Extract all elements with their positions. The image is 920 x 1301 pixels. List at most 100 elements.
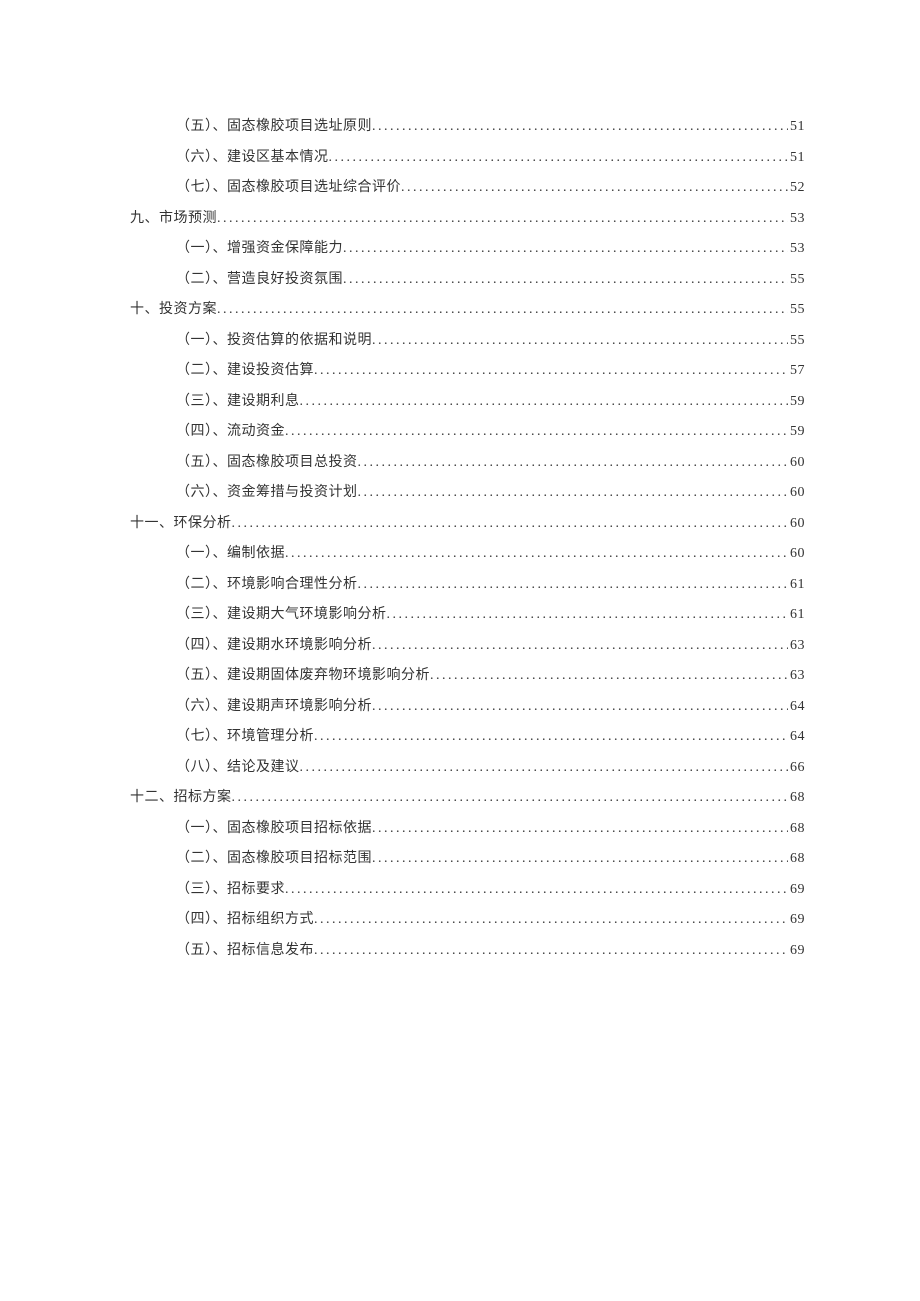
toc-leader-dots: [372, 699, 788, 715]
toc-leader-dots: [358, 455, 789, 471]
toc-entry: （三）、建设期利息59: [115, 390, 805, 410]
toc-entry-page: 69: [790, 943, 805, 959]
toc-entry-label: （二）、建设投资估算: [176, 359, 314, 379]
toc-entry: （五）、固态橡胶项目总投资 60: [115, 451, 805, 471]
toc-entry-page: 63: [790, 638, 805, 654]
toc-entry-label: （一）、固态橡胶项目招标依据: [176, 817, 372, 837]
toc-entry-page: 68: [790, 851, 805, 867]
toc-leader-dots: [372, 333, 788, 349]
toc-leader-dots: [314, 729, 788, 745]
toc-entry-page: 59: [790, 424, 805, 440]
toc-entry: （五）、招标信息发布 69: [115, 939, 805, 959]
toc-entry: （六）、建设区基本情况 51: [115, 146, 805, 166]
toc-entry-page: 51: [790, 119, 805, 135]
toc-leader-dots: [343, 241, 788, 257]
toc-entry: （八）、结论及建议 66: [115, 756, 805, 776]
toc-entry-page: 52: [790, 180, 805, 196]
toc-entry-page: 68: [790, 821, 805, 837]
toc-entry-page: 61: [790, 577, 805, 593]
toc-entry-page: 55: [790, 333, 805, 349]
toc-leader-dots: [372, 638, 788, 654]
toc-entry: （二）、固态橡胶项目招标范围 68: [115, 847, 805, 867]
toc-leader-dots: [343, 272, 788, 288]
toc-entry: （一）、增强资金保障能力 53: [115, 237, 805, 257]
toc-entry: （四）、建设期水环境影响分析 63: [115, 634, 805, 654]
toc-entry-page: 57: [790, 363, 805, 379]
toc-entry-label: （二）、固态橡胶项目招标范围: [176, 847, 372, 867]
toc-entry: （一）、投资估算的依据和说明 55: [115, 329, 805, 349]
toc-entry: 九、市场预测 53: [115, 207, 805, 227]
toc-entry-page: 64: [790, 699, 805, 715]
toc-entry-label: （五）、固态橡胶项目总投资: [176, 451, 358, 471]
toc-entry-page: 63: [790, 668, 805, 684]
toc-entry: 十二、招标方案 68: [115, 786, 805, 806]
toc-entry-page: 60: [790, 455, 805, 471]
toc-entry-label: （六）、建设期声环境影响分析: [176, 695, 372, 715]
toc-entry-label: （三）、建设期大气环境影响分析: [176, 603, 387, 623]
toc-entry: 十一、环保分析 60: [115, 512, 805, 532]
toc-leader-dots: [232, 790, 789, 806]
toc-entry: 十、投资方案 55: [115, 298, 805, 318]
toc-entry: （一）、编制依据60: [115, 542, 805, 562]
toc-entry-page: 55: [790, 272, 805, 288]
toc-entry-label: （五）、建设期固体废弃物环境影响分析: [176, 664, 430, 684]
toc-entry-label: （一）、增强资金保障能力: [176, 237, 343, 257]
toc-entry: （六）、建设期声环境影响分析 64: [115, 695, 805, 715]
toc-entry-page: 60: [790, 516, 805, 532]
toc-entry-label: （五）、招标信息发布: [176, 939, 314, 959]
toc-entry: （四）、招标组织方式 69: [115, 908, 805, 928]
toc-entry-label: 十一、环保分析: [130, 512, 232, 532]
toc-entry-label: （六）、建设区基本情况: [176, 146, 329, 166]
toc-entry-page: 60: [790, 485, 805, 501]
toc-entry-label: 十二、招标方案: [130, 786, 232, 806]
toc-entry-label: （三）、建设期利息: [176, 390, 300, 410]
toc-page: （五）、固态橡胶项目选址原则 51 （六）、建设区基本情况 51 （七）、固态橡胶项目选…: [0, 0, 920, 959]
toc-entry-page: 60: [790, 546, 805, 562]
toc-leader-dots: [314, 943, 788, 959]
toc-entry-page: 55: [790, 302, 805, 318]
toc-leader-dots: [372, 119, 788, 135]
toc-leader-dots: [358, 577, 789, 593]
toc-entry: （一）、固态橡胶项目招标依据 68: [115, 817, 805, 837]
toc-entry: （七）、固态橡胶项目选址综合评价 52: [115, 176, 805, 196]
toc-entry-page: 69: [790, 882, 805, 898]
toc-entry-label: （二）、环境影响合理性分析: [176, 573, 358, 593]
toc-entry-label: （一）、投资估算的依据和说明: [176, 329, 372, 349]
toc-entry: （五）、建设期固体废弃物环境影响分析 63: [115, 664, 805, 684]
toc-leader-dots: [430, 668, 788, 684]
toc-entry: （三）、招标要求69: [115, 878, 805, 898]
toc-entry-label: （二）、营造良好投资氛围: [176, 268, 343, 288]
toc-entry-page: 53: [790, 241, 805, 257]
toc-leader-dots: [217, 211, 788, 227]
toc-entry-page: 66: [790, 760, 805, 776]
toc-leader-dots: [217, 302, 788, 318]
toc-entry: （七）、环境管理分析64: [115, 725, 805, 745]
toc-leader-dots: [387, 607, 789, 623]
toc-entry-label: （七）、固态橡胶项目选址综合评价: [176, 176, 401, 196]
toc-entry: （二）、环境影响合理性分析 61: [115, 573, 805, 593]
toc-entry-page: 69: [790, 912, 805, 928]
toc-entry: （六）、资金筹措与投资计划 60: [115, 481, 805, 501]
toc-entry-page: 68: [790, 790, 805, 806]
toc-leader-dots: [372, 851, 788, 867]
toc-entry-label: （八）、结论及建议: [176, 756, 300, 776]
toc-entry-page: 51: [790, 150, 805, 166]
toc-entry-label: （四）、建设期水环境影响分析: [176, 634, 372, 654]
toc-entry: （二）、营造良好投资氛围 55: [115, 268, 805, 288]
toc-entry: （三）、建设期大气环境影响分析 61: [115, 603, 805, 623]
toc-entry: （二）、建设投资估算 57: [115, 359, 805, 379]
toc-entry-page: 53: [790, 211, 805, 227]
toc-leader-dots: [300, 394, 789, 410]
toc-entry-label: 十、投资方案: [130, 298, 217, 318]
toc-leader-dots: [285, 424, 788, 440]
toc-entry-page: 61: [790, 607, 805, 623]
toc-entry-label: （六）、资金筹措与投资计划: [176, 481, 358, 501]
toc-entry-label: 九、市场预测: [130, 207, 217, 227]
toc-leader-dots: [300, 760, 789, 776]
toc-entry: （四）、流动资金 59: [115, 420, 805, 440]
toc-entry-label: （四）、招标组织方式: [176, 908, 314, 928]
toc-entry-label: （五）、固态橡胶项目选址原则: [176, 115, 372, 135]
toc-entry-label: （七）、环境管理分析: [176, 725, 314, 745]
toc-entry-label: （四）、流动资金: [176, 420, 285, 440]
toc-leader-dots: [232, 516, 789, 532]
